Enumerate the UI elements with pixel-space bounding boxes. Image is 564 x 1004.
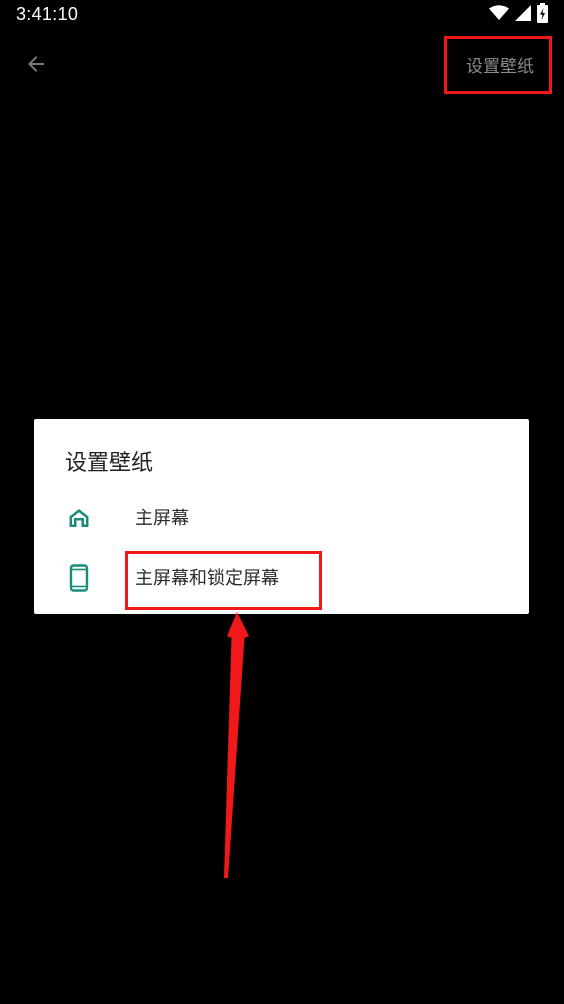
signal-icon — [515, 5, 531, 25]
home-icon — [66, 505, 92, 531]
set-wallpaper-dialog: 设置壁纸 主屏幕 主屏幕和锁定屏幕 — [34, 419, 529, 614]
dialog-title: 设置壁纸 — [65, 451, 154, 476]
option-home-and-lock-screen[interactable]: 主屏幕和锁定屏幕 — [34, 549, 529, 605]
battery-charging-icon — [537, 3, 548, 27]
option-label-home-screen: 主屏幕 — [135, 508, 189, 529]
wallpaper-preview-screen: 3:41:10 设置壁纸 设置壁纸 主屏幕 主屏幕和锁定屏幕 — [0, 0, 564, 1004]
wifi-icon — [489, 5, 509, 25]
back-button[interactable] — [16, 46, 56, 86]
option-home-screen[interactable]: 主屏幕 — [34, 489, 529, 545]
set-wallpaper-action-button[interactable]: 设置壁纸 — [466, 52, 534, 77]
status-bar: 3:41:10 — [0, 0, 564, 32]
status-icons — [489, 3, 548, 27]
arrow-back-icon — [24, 52, 48, 80]
phone-icon — [66, 564, 92, 592]
status-time: 3:41:10 — [16, 4, 79, 24]
option-label-home-and-lock-screen: 主屏幕和锁定屏幕 — [135, 568, 279, 589]
